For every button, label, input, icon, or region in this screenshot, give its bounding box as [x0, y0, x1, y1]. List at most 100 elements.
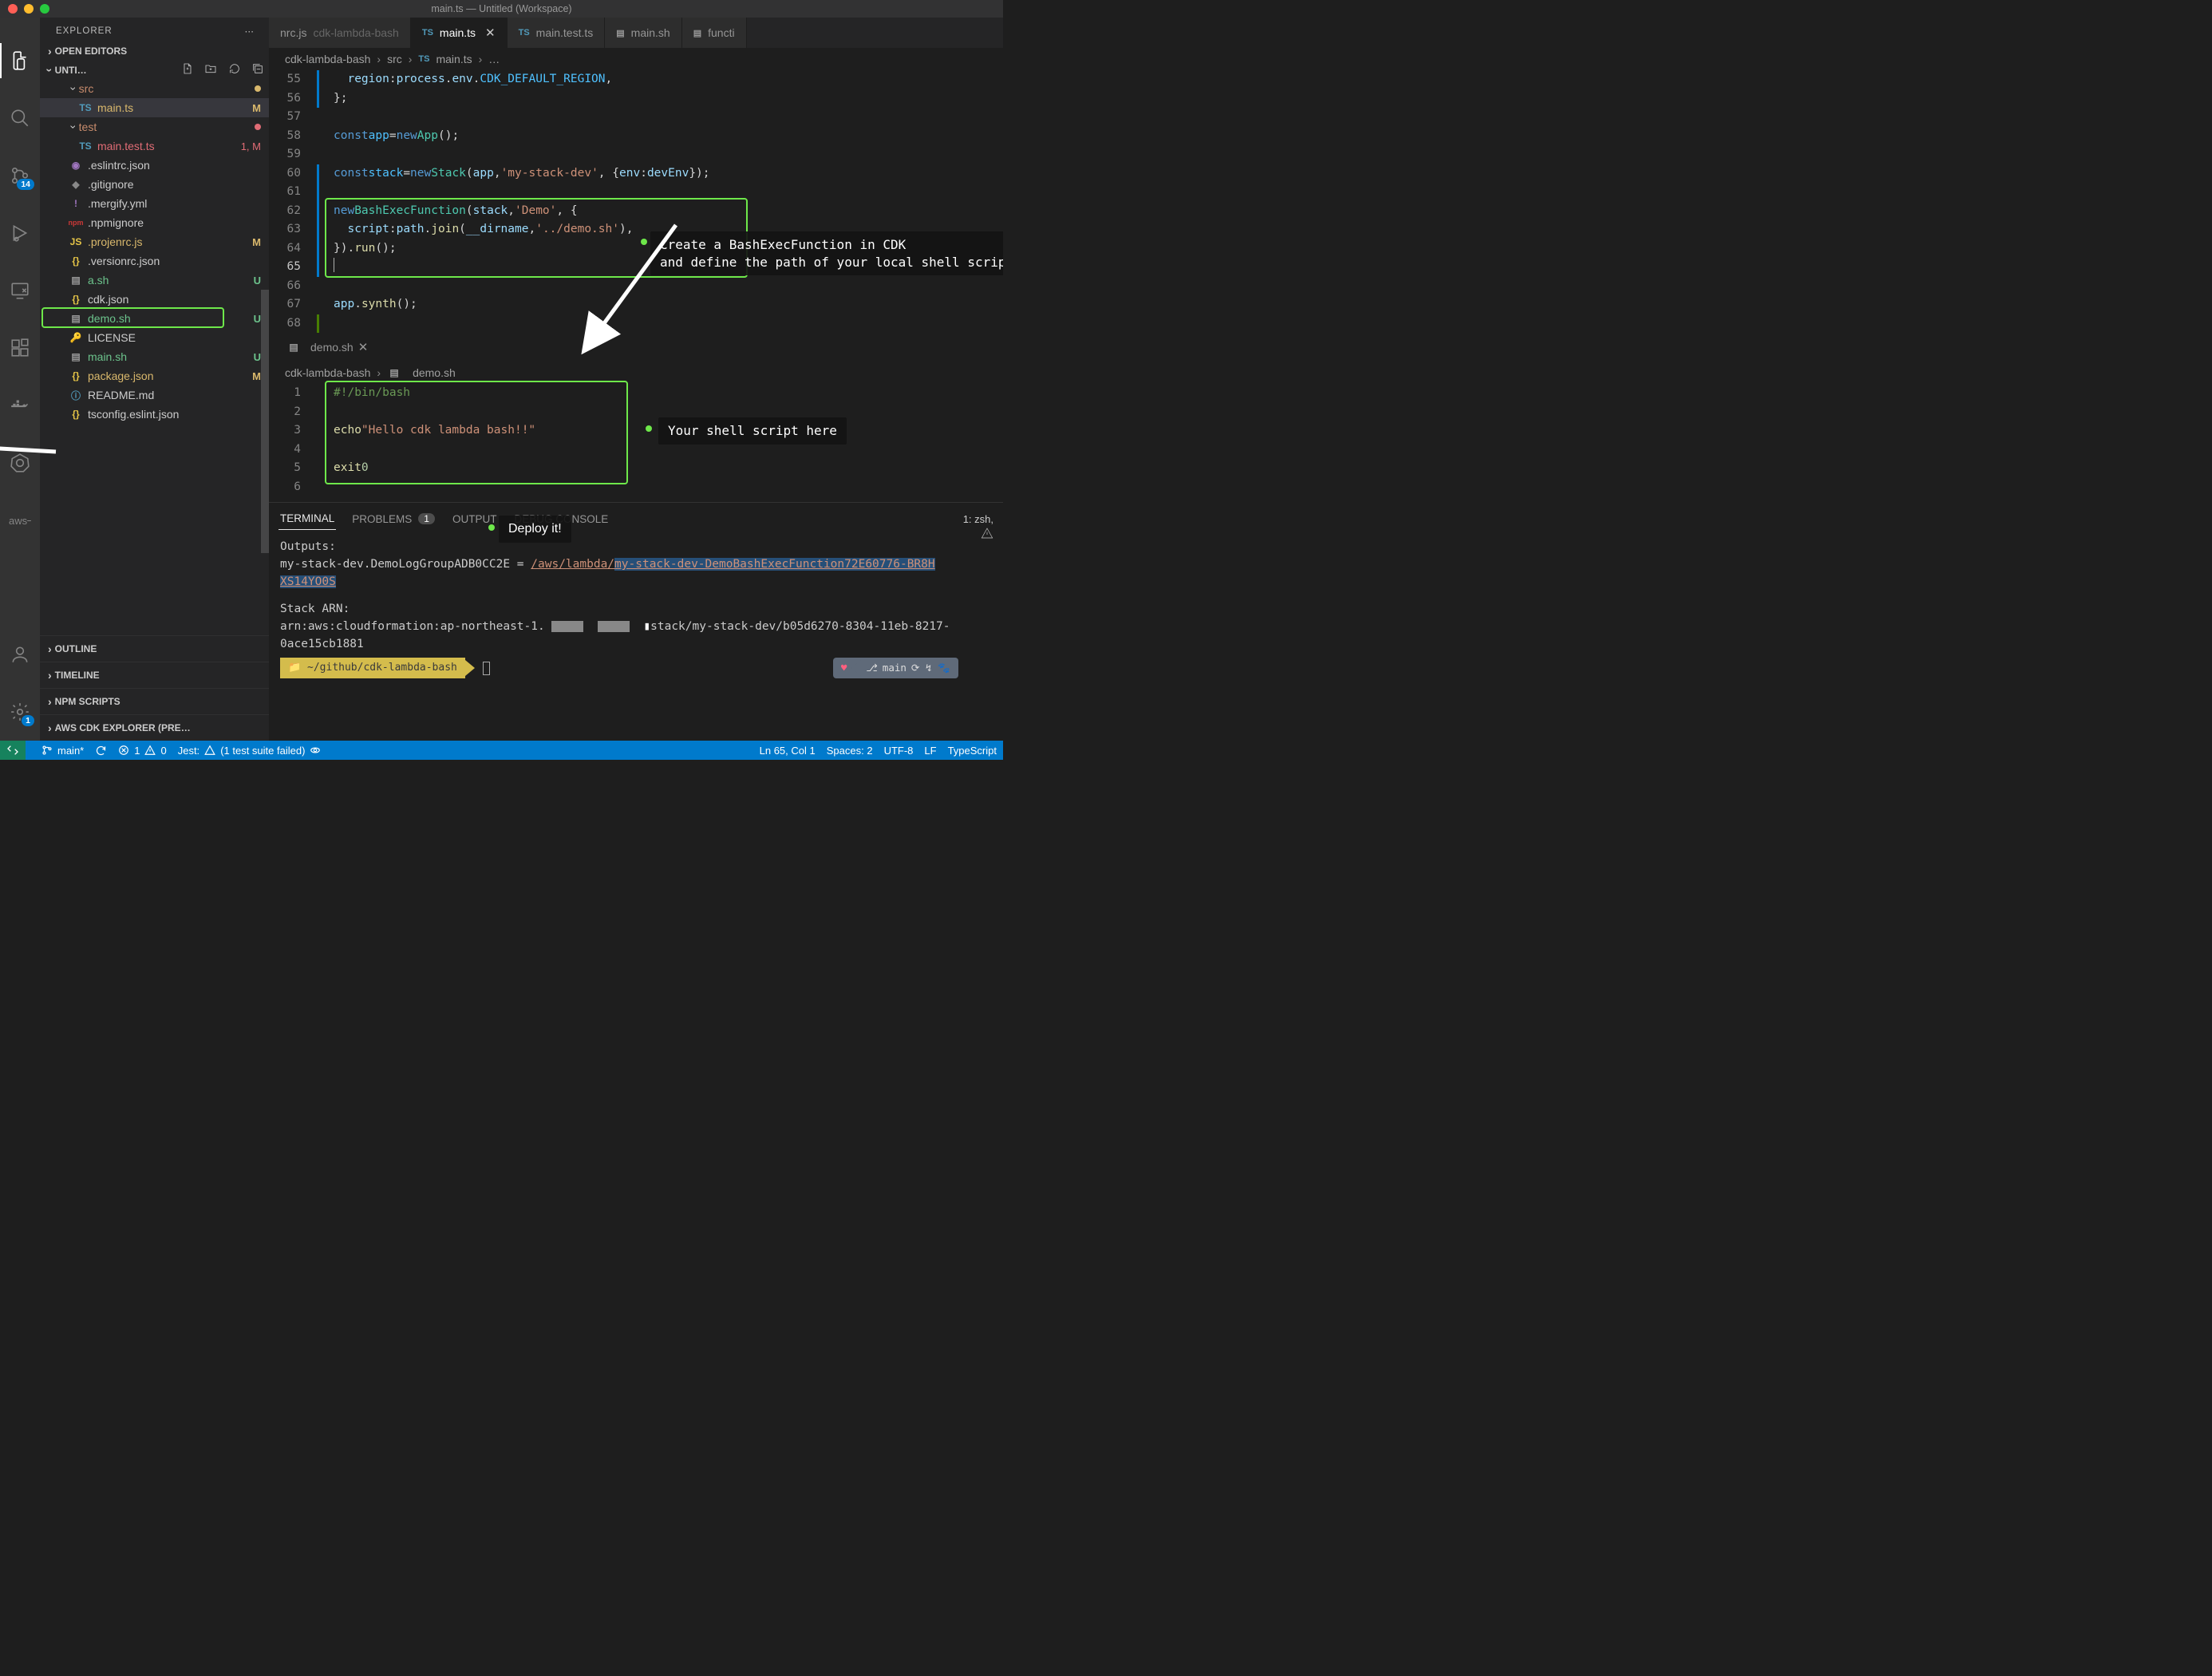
- settings-icon[interactable]: 1: [9, 701, 31, 723]
- file-main-ts[interactable]: TSmain.tsM: [40, 98, 269, 117]
- minimize-window[interactable]: [24, 4, 34, 14]
- term-line: arn:aws:cloudformation:ap-northeast-1. ▮…: [280, 618, 992, 635]
- run-debug-icon[interactable]: [9, 222, 31, 244]
- annotation-dot-2: [646, 425, 652, 432]
- window-title: main.ts — Untitled (Workspace): [431, 3, 571, 14]
- annotation-1: Create a BashExecFunction in CDK and def…: [650, 231, 1003, 275]
- file-eslintrc[interactable]: ◉.eslintrc.json: [40, 156, 269, 175]
- explorer-actions: [173, 62, 264, 77]
- file-gitignore[interactable]: ◆.gitignore: [40, 175, 269, 194]
- file-readme[interactable]: ⓘREADME.md: [40, 385, 269, 405]
- new-folder-icon[interactable]: [204, 62, 217, 75]
- outline-label: OUTLINE: [55, 643, 97, 654]
- annotation-dot-1: [641, 239, 647, 245]
- file-demosh[interactable]: ▤demo.shU: [40, 309, 269, 328]
- bc2-file[interactable]: demo.sh: [413, 366, 456, 379]
- file-mergify[interactable]: !.mergify.yml: [40, 194, 269, 213]
- git-segment: ♥ ⎇ main ⟳ ↯ 🐾: [833, 658, 958, 678]
- activity-bar: 14 aws 1: [0, 18, 40, 741]
- remote-indicator[interactable]: [0, 741, 26, 760]
- source-control-icon[interactable]: 14: [9, 164, 31, 187]
- close-window[interactable]: [8, 4, 18, 14]
- file-license[interactable]: 🔑LICENSE: [40, 328, 269, 347]
- extensions-icon[interactable]: [9, 337, 31, 359]
- panel-tabs: TERMINAL PROBLEMS1 OUTPUT DEBUG CONSOLE …: [269, 503, 1003, 530]
- editor-main-ts[interactable]: 55 region: process.env.CDK_DEFAULT_REGIO…: [269, 70, 1003, 333]
- file-main-test-ts[interactable]: TSmain.test.ts1, M: [40, 136, 269, 156]
- new-file-icon[interactable]: [181, 62, 194, 75]
- file-npmignore[interactable]: npm.npmignore: [40, 213, 269, 232]
- encoding-status[interactable]: UTF-8: [884, 745, 914, 757]
- file-cdkjson[interactable]: {}cdk.json: [40, 290, 269, 309]
- refresh-icon[interactable]: [228, 62, 241, 75]
- explorer-title: EXPLORER: [56, 26, 113, 36]
- outline-section[interactable]: ›OUTLINE: [40, 635, 269, 662]
- editor-demosh[interactable]: 1#!/bin/bash 2 3echo "Hello cdk lambda b…: [269, 384, 1003, 502]
- explorer-icon[interactable]: [9, 49, 31, 72]
- file-ash[interactable]: ▤a.shU: [40, 271, 269, 290]
- aws-icon[interactable]: aws: [9, 509, 31, 532]
- tab-functions[interactable]: ▤functi: [682, 18, 747, 48]
- tab-main-test-ts[interactable]: TSmain.test.ts: [508, 18, 606, 48]
- account-icon[interactable]: [9, 643, 31, 666]
- file-projenrc[interactable]: JS.projenrc.jsM: [40, 232, 269, 251]
- bc-src[interactable]: src: [387, 53, 402, 65]
- problems-status[interactable]: 1 0: [118, 745, 166, 757]
- maximize-window[interactable]: [40, 4, 49, 14]
- cursor-position[interactable]: Ln 65, Col 1: [760, 745, 816, 757]
- tab-main-ts[interactable]: TSmain.ts✕: [411, 18, 508, 48]
- sync-status[interactable]: [95, 745, 107, 757]
- bc2-project[interactable]: cdk-lambda-bash: [285, 366, 370, 379]
- git-branch-status[interactable]: main*: [41, 745, 84, 757]
- docker-icon[interactable]: [9, 394, 31, 417]
- collapse-all-icon[interactable]: [251, 62, 264, 75]
- tab-demosh[interactable]: ▤demo.sh✕: [278, 340, 376, 354]
- kubernetes-icon[interactable]: [9, 452, 31, 474]
- file-package-json[interactable]: {}package.jsonM: [40, 366, 269, 385]
- window-controls: [8, 4, 49, 14]
- cdk-explorer-section[interactable]: ›AWS CDK EXPLORER (PRE…: [40, 714, 269, 741]
- eol-status[interactable]: LF: [924, 745, 936, 757]
- search-icon[interactable]: [9, 107, 31, 129]
- editor-area: nrc.jscdk-lambda-bash TSmain.ts✕ TSmain.…: [269, 18, 1003, 741]
- npm-label: NPM SCRIPTS: [55, 696, 120, 707]
- bc-project[interactable]: cdk-lambda-bash: [285, 53, 370, 65]
- panel-tab-problems[interactable]: PROBLEMS1: [350, 508, 436, 530]
- breadcrumb-main[interactable]: cdk-lambda-bash› src› TSmain.ts› …: [269, 48, 1003, 70]
- close-tab-icon[interactable]: ✕: [358, 340, 369, 354]
- npm-scripts-section[interactable]: ›NPM SCRIPTS: [40, 688, 269, 714]
- remote-explorer-icon[interactable]: [9, 279, 31, 302]
- panel-tab-terminal[interactable]: TERMINAL: [278, 508, 336, 530]
- tab-projenrc[interactable]: nrc.jscdk-lambda-bash: [269, 18, 411, 48]
- explorer-sidebar: EXPLORER ⋯ ›OPEN EDITORS ›UNTI… ›src TSm…: [40, 18, 269, 741]
- jest-status[interactable]: Jest: (1 test suite failed): [178, 745, 322, 757]
- cdk-label: AWS CDK EXPLORER (PRE…: [55, 722, 191, 733]
- breadcrumb-demosh[interactable]: cdk-lambda-bash› ▤demo.sh: [269, 362, 1003, 384]
- explorer-more-icon[interactable]: ⋯: [245, 26, 255, 37]
- indentation-status[interactable]: Spaces: 2: [827, 745, 873, 757]
- terminal-selector[interactable]: 1: zsh,: [963, 513, 993, 525]
- file-tsconfig[interactable]: {}tsconfig.eslint.json: [40, 405, 269, 424]
- terminal-output[interactable]: Outputs: my-stack-dev.DemoLogGroupADB0CC…: [269, 530, 1003, 686]
- timeline-section[interactable]: ›TIMELINE: [40, 662, 269, 688]
- language-mode[interactable]: TypeScript: [948, 745, 997, 757]
- open-editors-label: OPEN EDITORS: [55, 45, 127, 57]
- settings-badge: 1: [22, 715, 34, 726]
- scm-badge: 14: [17, 179, 34, 190]
- close-tab-icon[interactable]: ✕: [485, 26, 496, 40]
- project-header[interactable]: ›UNTI…: [40, 61, 269, 79]
- folder-test[interactable]: ›test: [40, 117, 269, 136]
- term-line: Stack ARN:: [280, 600, 992, 618]
- folder-src[interactable]: ›src: [40, 79, 269, 98]
- sidebar-scrollbar[interactable]: [261, 290, 269, 553]
- title-bar: main.ts — Untitled (Workspace): [0, 0, 1003, 18]
- file-mainsh[interactable]: ▤main.shU: [40, 347, 269, 366]
- tab-main-sh[interactable]: ▤main.sh: [605, 18, 681, 48]
- open-editors-section[interactable]: ›OPEN EDITORS: [40, 42, 269, 61]
- terminal-prompt: 📁 ~/github/cdk-lambda-bash ♥ ⎇ main ⟳ ↯ …: [280, 658, 958, 678]
- bc-file[interactable]: main.ts: [436, 53, 472, 65]
- file-versionrc[interactable]: {}.versionrc.json: [40, 251, 269, 271]
- annotation-2: Your shell script here: [658, 417, 847, 445]
- project-name: UNTI…: [55, 65, 87, 76]
- bc-more[interactable]: …: [488, 53, 500, 65]
